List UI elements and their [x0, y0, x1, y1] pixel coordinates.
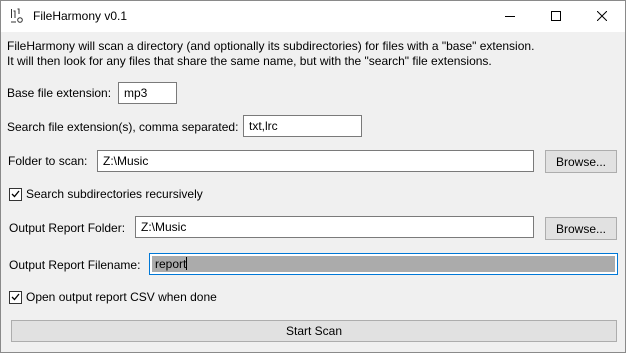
file-harmony-icon: [10, 8, 24, 24]
maximize-icon: [551, 10, 561, 24]
base-extension-input[interactable]: mp3: [118, 82, 177, 104]
window-title: FileHarmony v0.1: [33, 9, 128, 23]
scan-folder-input[interactable]: Z:\Music: [97, 150, 534, 172]
scan-folder-label: Folder to scan:: [8, 154, 88, 168]
output-filename-selection: report: [152, 256, 615, 272]
description-text: FileHarmony will scan a directory (and o…: [7, 39, 534, 69]
output-filename-value: report: [155, 257, 187, 271]
open-csv-checkbox[interactable]: [9, 290, 22, 304]
app-window: FileHarmony v0.1 FileHarmony will scan a…: [0, 0, 626, 353]
scan-folder-value: Z:\Music: [103, 154, 149, 168]
recursive-checkbox-row[interactable]: Search subdirectories recursively: [9, 187, 203, 201]
base-extension-label: Base file extension:: [7, 86, 112, 100]
recursive-label: Search subdirectories recursively: [26, 187, 203, 201]
output-filename-label: Output Report Filename:: [9, 258, 141, 272]
output-folder-value: Z:\Music: [141, 220, 187, 234]
search-extensions-input[interactable]: txt,lrc: [243, 115, 362, 137]
title-bar[interactable]: FileHarmony v0.1: [1, 1, 625, 32]
checkmark-icon: [11, 190, 20, 198]
minimize-icon: [505, 10, 515, 24]
description-line-1: FileHarmony will scan a directory (and o…: [7, 39, 535, 53]
output-folder-label: Output Report Folder:: [9, 221, 126, 235]
minimize-button[interactable]: [487, 1, 533, 32]
base-extension-value: mp3: [124, 86, 148, 100]
start-scan-button[interactable]: Start Scan: [11, 320, 617, 342]
open-csv-checkbox-row[interactable]: Open output report CSV when done: [9, 290, 217, 304]
recursive-checkbox[interactable]: [9, 187, 22, 201]
output-folder-browse-button[interactable]: Browse...: [545, 217, 617, 240]
description-line-2: It will then look for any files that sha…: [7, 54, 492, 68]
open-csv-label: Open output report CSV when done: [26, 290, 217, 304]
output-filename-input[interactable]: report: [149, 253, 618, 275]
output-folder-input[interactable]: Z:\Music: [135, 216, 534, 238]
maximize-button[interactable]: [533, 1, 579, 32]
close-icon: [596, 10, 608, 24]
scan-folder-browse-button[interactable]: Browse...: [545, 150, 617, 173]
close-button[interactable]: [579, 1, 625, 32]
text-caret: [186, 257, 188, 270]
checkmark-icon: [11, 293, 20, 301]
search-extensions-value: txt,lrc: [249, 119, 278, 133]
search-extensions-label: Search file extension(s), comma separate…: [7, 120, 239, 134]
